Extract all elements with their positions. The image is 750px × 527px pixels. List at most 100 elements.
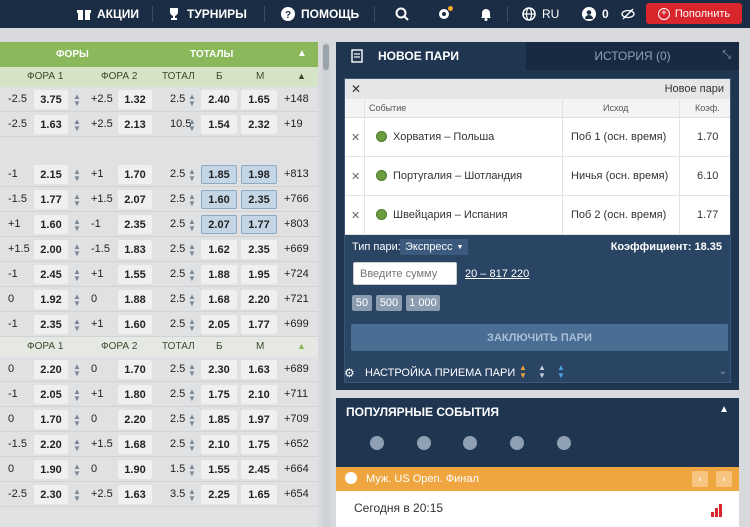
- close-icon[interactable]: ✕: [351, 82, 361, 96]
- odd-over[interactable]: 1.75: [201, 385, 237, 404]
- settings-button[interactable]: [437, 0, 453, 28]
- odd-fora1[interactable]: 2.45: [34, 265, 68, 284]
- language-switch[interactable]: RU: [522, 0, 559, 28]
- more-markets-link[interactable]: +689: [284, 363, 309, 375]
- nav-tournaments[interactable]: ТУРНИРЫ: [167, 0, 247, 28]
- odd-over[interactable]: 2.05: [201, 315, 237, 334]
- odd-over[interactable]: 2.07: [201, 215, 237, 234]
- odd-fora1[interactable]: 1.90: [34, 460, 68, 479]
- odds-up-icon[interactable]: ▲ ▼: [557, 364, 565, 380]
- collapse-arrows-icon[interactable]: ⤡: [722, 49, 731, 62]
- odd-fora1[interactable]: 2.30: [34, 485, 68, 504]
- odd-fora2[interactable]: 1.88: [118, 290, 152, 309]
- search-button[interactable]: [395, 0, 409, 28]
- odd-fora1[interactable]: 2.00: [34, 240, 68, 259]
- more-markets-link[interactable]: +721: [284, 293, 309, 305]
- stake-max[interactable]: 817 220: [489, 268, 529, 280]
- odd-fora1[interactable]: 3.75: [34, 90, 68, 109]
- odd-over[interactable]: 2.40: [201, 90, 237, 109]
- remove-bet-icon[interactable]: ✕: [351, 170, 360, 183]
- odd-under[interactable]: 2.45: [241, 460, 277, 479]
- scrollbar[interactable]: [322, 42, 330, 527]
- scroll-thumb[interactable]: [323, 44, 329, 70]
- odd-fora1[interactable]: 1.92: [34, 290, 68, 309]
- odd-under[interactable]: 2.35: [241, 190, 277, 209]
- odd-fora2[interactable]: 2.35: [118, 215, 152, 234]
- remove-bet-icon[interactable]: ✕: [351, 209, 360, 222]
- bet-settings-row[interactable]: ⚙ НАСТРОЙКА ПРИЕМА ПАРИ ▲ ▼ ▲ ▼ ▲ ▼ ⌄: [336, 362, 739, 384]
- more-markets-link[interactable]: +669: [284, 243, 309, 255]
- more-markets-link[interactable]: +803: [284, 218, 309, 230]
- odd-under[interactable]: 1.77: [241, 315, 277, 334]
- odds-up-down-icon[interactable]: ▲ ▼: [519, 364, 527, 380]
- collapse-icon[interactable]: ▲: [719, 404, 729, 415]
- odd-fora2[interactable]: 1.70: [118, 165, 152, 184]
- quick-stake-1000[interactable]: 1 000: [406, 295, 440, 311]
- odd-fora1[interactable]: 2.35: [34, 315, 68, 334]
- nav-promotions[interactable]: АКЦИИ: [77, 0, 139, 28]
- odd-fora1[interactable]: 1.63: [34, 115, 68, 134]
- odd-fora2[interactable]: 1.70: [118, 360, 152, 379]
- more-markets-link[interactable]: +664: [284, 463, 309, 475]
- odd-fora2[interactable]: 1.55: [118, 265, 152, 284]
- basketball-icon[interactable]: [510, 436, 524, 450]
- stake-input[interactable]: [353, 262, 457, 285]
- next-arrow-icon[interactable]: ›: [716, 471, 732, 487]
- odd-fora1[interactable]: 2.15: [34, 165, 68, 184]
- more-markets-link[interactable]: +654: [284, 488, 309, 500]
- more-markets-link[interactable]: +652: [284, 438, 309, 450]
- topup-button[interactable]: + Пополнить: [646, 3, 742, 24]
- odd-under[interactable]: 2.20: [241, 290, 277, 309]
- odd-fora2[interactable]: 2.20: [118, 410, 152, 429]
- odd-over[interactable]: 2.30: [201, 360, 237, 379]
- odd-under[interactable]: 1.63: [241, 360, 277, 379]
- collapse-icon[interactable]: ▲: [297, 48, 307, 59]
- odd-under[interactable]: 1.75: [241, 435, 277, 454]
- bet-type-select[interactable]: Экспресс ▼: [400, 239, 469, 255]
- odd-over[interactable]: 1.68: [201, 290, 237, 309]
- odd-fora2[interactable]: 1.80: [118, 385, 152, 404]
- odd-under[interactable]: 2.32: [241, 115, 277, 134]
- odd-under[interactable]: 1.77: [241, 215, 277, 234]
- more-markets-link[interactable]: +766: [284, 193, 309, 205]
- more-markets-link[interactable]: +709: [284, 413, 309, 425]
- odd-under[interactable]: 1.65: [241, 90, 277, 109]
- odd-over[interactable]: 2.10: [201, 435, 237, 454]
- hide-balance-button[interactable]: [621, 0, 635, 28]
- odd-fora1[interactable]: 1.60: [34, 215, 68, 234]
- quick-stake-500[interactable]: 500: [376, 295, 402, 311]
- volleyball-icon[interactable]: [557, 436, 571, 450]
- tab-new-bet[interactable]: НОВОЕ ПАРИ: [336, 42, 526, 70]
- more-markets-link[interactable]: +19: [284, 118, 303, 130]
- odd-under[interactable]: 1.95: [241, 265, 277, 284]
- odds-any-icon[interactable]: ▲ ▼: [538, 364, 546, 380]
- stake-range[interactable]: 20 – 817 220: [465, 268, 529, 280]
- odd-over[interactable]: 1.54: [201, 115, 237, 134]
- odd-fora2[interactable]: 2.07: [118, 190, 152, 209]
- hockey-icon[interactable]: [463, 436, 477, 450]
- odd-fora1[interactable]: 1.77: [34, 190, 68, 209]
- more-markets-link[interactable]: +724: [284, 268, 309, 280]
- odd-over[interactable]: 1.60: [201, 190, 237, 209]
- more-markets-link[interactable]: +813: [284, 168, 309, 180]
- stats-icon[interactable]: [711, 503, 723, 517]
- quick-stake-50[interactable]: 50: [352, 295, 372, 311]
- remove-bet-icon[interactable]: ✕: [351, 131, 360, 144]
- odd-under[interactable]: 1.97: [241, 410, 277, 429]
- odd-under[interactable]: 2.10: [241, 385, 277, 404]
- chevron-down-icon[interactable]: ⌄: [719, 366, 727, 377]
- odd-fora1[interactable]: 2.20: [34, 435, 68, 454]
- odd-over[interactable]: 2.25: [201, 485, 237, 504]
- odd-under[interactable]: 1.65: [241, 485, 277, 504]
- odd-fora2[interactable]: 1.32: [118, 90, 152, 109]
- odd-over[interactable]: 1.55: [201, 460, 237, 479]
- collapse-icon[interactable]: ▲: [297, 341, 306, 351]
- odd-over[interactable]: 1.85: [201, 165, 237, 184]
- odd-fora1[interactable]: 2.20: [34, 360, 68, 379]
- nav-help[interactable]: ? ПОМОЩЬ: [281, 0, 359, 28]
- account-balance[interactable]: 0: [582, 0, 609, 28]
- odd-over[interactable]: 1.85: [201, 410, 237, 429]
- odd-fora2[interactable]: 1.60: [118, 315, 152, 334]
- more-markets-link[interactable]: +148: [284, 93, 309, 105]
- stake-min[interactable]: 20: [465, 268, 477, 280]
